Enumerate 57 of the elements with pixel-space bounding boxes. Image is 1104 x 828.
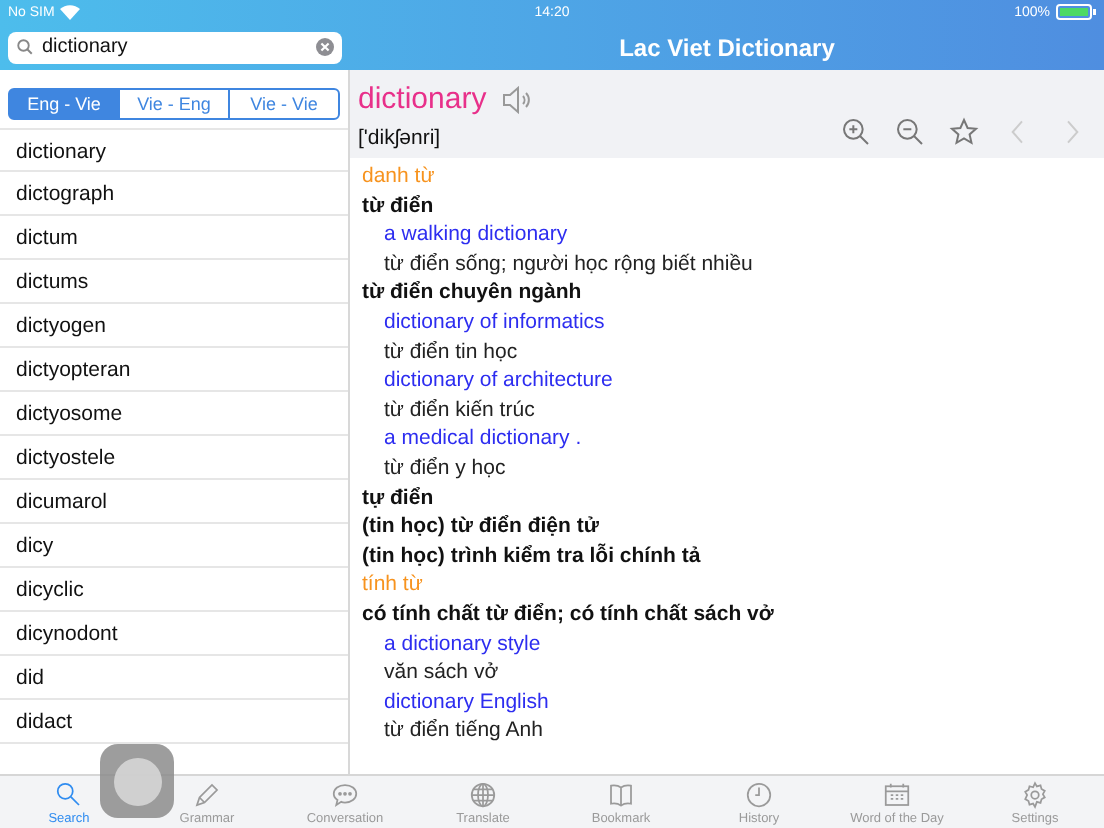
word-list-item[interactable]: dicumarol xyxy=(0,480,348,524)
translation-text: văn sách vở xyxy=(382,658,501,688)
definition-text: tự điển xyxy=(362,483,436,513)
part-of-speech: danh từ xyxy=(362,162,437,192)
clear-icon[interactable] xyxy=(316,38,334,56)
settings-icon xyxy=(1020,780,1050,810)
word-list-item[interactable]: dictyogen xyxy=(0,304,348,348)
app-title: Lac Viet Dictionary xyxy=(617,33,837,61)
example-link[interactable]: dictionary of architecture xyxy=(362,366,1092,396)
translation-text: từ điển kiến trúc xyxy=(382,395,537,425)
direction-tab[interactable]: Vie - Eng xyxy=(118,88,230,120)
headword: dictionary xyxy=(358,82,487,116)
word-list-item[interactable]: dicy xyxy=(0,524,348,568)
translation-text: từ điển tin học xyxy=(382,337,520,367)
word-list-item[interactable]: dictograph xyxy=(0,172,348,216)
example-link[interactable]: dictionary of informatics xyxy=(362,307,1092,338)
star-icon[interactable] xyxy=(948,116,980,148)
example-link[interactable]: a dictionary style xyxy=(362,629,1092,659)
zoom-in-icon[interactable] xyxy=(840,116,872,148)
definition-text: (tin học) trình kiểm tra lỗi chính tả xyxy=(362,541,703,571)
speaker-icon[interactable] xyxy=(502,85,535,113)
clock-icon xyxy=(743,780,774,810)
example-link[interactable]: a walking dictionary xyxy=(362,220,1092,250)
definition-text: từ điển chuyên ngành xyxy=(362,278,584,308)
definition-text: (tin học) từ điển điện tử xyxy=(362,512,601,542)
translation-text: từ điển y học xyxy=(382,453,508,484)
battery-icon xyxy=(1056,4,1096,20)
translation-text: từ điển tiếng Anh xyxy=(382,716,545,746)
search-icon xyxy=(16,38,34,56)
book-icon xyxy=(605,780,636,810)
pronunciation-text: ['dikʃənri] xyxy=(358,126,443,150)
search-icon xyxy=(53,780,84,810)
word-list-item[interactable]: dicyclic xyxy=(0,568,348,612)
pencil-icon xyxy=(191,780,222,810)
example-link[interactable]: a medical dictionary . xyxy=(362,424,1092,454)
word-list-item[interactable]: dictums xyxy=(0,260,348,304)
word-list-item[interactable]: dictyosome xyxy=(0,392,348,436)
calendar-icon xyxy=(881,780,912,810)
direction-tab[interactable]: Eng - Vie xyxy=(8,88,120,120)
word-list-item[interactable]: dictum xyxy=(0,216,348,260)
example-link[interactable]: dictionary English xyxy=(362,687,1092,717)
wifi-icon xyxy=(60,4,81,20)
word-list-item[interactable]: dictyostele xyxy=(0,436,348,480)
search-field[interactable]: dictionary xyxy=(8,31,342,63)
direction-tab[interactable]: Vie - Vie xyxy=(228,88,340,120)
word-list-item[interactable]: dictyopteran xyxy=(0,348,348,392)
definition-text: có tính chất từ điển; có tính chất sách vở xyxy=(362,599,776,629)
definition-text: từ điển xyxy=(362,191,436,221)
assistive-touch-button[interactable] xyxy=(100,744,174,818)
word-list-item[interactable]: did xyxy=(0,656,348,700)
part-of-speech: tính từ xyxy=(362,570,425,600)
word-list-item[interactable]: dicynodont xyxy=(0,612,348,656)
translation-text: từ điển sống; người học rộng biết nhiều xyxy=(382,249,755,279)
word-list-item[interactable]: dictionary xyxy=(0,128,348,172)
chat-bubble-icon xyxy=(330,780,360,810)
globe-icon xyxy=(467,780,498,810)
zoom-out-icon[interactable] xyxy=(894,116,926,148)
